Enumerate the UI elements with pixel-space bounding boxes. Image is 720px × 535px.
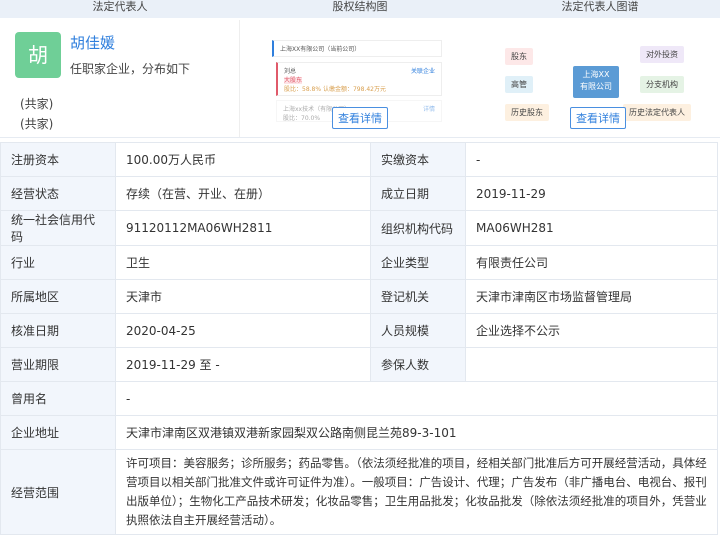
table-row: 营业期限2019-11-29 至 -参保人数 xyxy=(1,348,718,382)
company-count: (共家) xyxy=(20,95,53,112)
field-value: - xyxy=(116,382,718,416)
holder-tag: 大股东 xyxy=(284,77,302,84)
equity-company: 上海XX有限公司（当前公司） xyxy=(272,40,442,57)
legal-rep-graph-panel: 股东 高管 历史股东 上海XX 有限公司 对外投资 分支机构 历史法定代表人 查… xyxy=(480,20,720,137)
field-value: 天津市津南区市场监督管理局 xyxy=(466,280,718,314)
field-label: 企业地址 xyxy=(1,416,116,450)
field-label: 核准日期 xyxy=(1,314,116,348)
table-row: 统一社会信用代码91120112MA06WH2811组织机构代码MA06WH28… xyxy=(1,211,718,246)
field-value: - xyxy=(466,143,718,177)
table-row: 经营范围许可项目：美容服务；诊所服务；药品零售。（依法须经批准的项目，经相关部门… xyxy=(1,450,718,535)
table-row: 曾用名- xyxy=(1,382,718,416)
field-label: 经营状态 xyxy=(1,177,116,211)
field-value: 100.00万人民币 xyxy=(116,143,371,177)
equity-structure-panel: 上海XX有限公司（当前公司） 刘总 关联企业 大股东 股比：58.8% 认缴金额… xyxy=(240,20,480,137)
table-row: 所属地区天津市登记机关天津市津南区市场监督管理局 xyxy=(1,280,718,314)
section-header: 法定代表人 股权结构图 法定代表人图谱 xyxy=(0,0,720,18)
legal-rep-name[interactable]: 胡佳媛 xyxy=(70,32,115,53)
equity-holder-card: 刘总 关联企业 大股东 股比：58.8% 认缴金额：798.42万元 xyxy=(276,62,442,96)
field-label: 营业期限 xyxy=(1,348,116,382)
field-value: 卫生 xyxy=(116,246,371,280)
graph-detail-button[interactable]: 查看详情 xyxy=(570,107,626,129)
company-info-table: 注册资本100.00万人民币实缴资本- 经营状态存续（在营、开业、在册）成立日期… xyxy=(0,142,718,535)
field-value: 2019-11-29 xyxy=(466,177,718,211)
legal-rep-subtitle: 任职家企业，分布如下 xyxy=(70,60,190,77)
graph-node-company: 上海XX 有限公司 xyxy=(573,66,619,98)
field-label: 实缴资本 xyxy=(371,143,466,177)
sub-info: 股比：70.0% xyxy=(283,115,320,122)
table-row: 核准日期2020-04-25人员规模企业选择不公示 xyxy=(1,314,718,348)
field-label: 企业类型 xyxy=(371,246,466,280)
holder-name: 刘总 xyxy=(284,68,296,75)
field-label: 注册资本 xyxy=(1,143,116,177)
equity-detail-button[interactable]: 查看详情 xyxy=(332,107,388,129)
graph-node-history-shareholder: 历史股东 xyxy=(505,104,549,121)
field-label: 行业 xyxy=(1,246,116,280)
avatar: 胡 xyxy=(15,32,61,78)
table-row: 经营状态存续（在营、开业、在册）成立日期2019-11-29 xyxy=(1,177,718,211)
field-value: 天津市 xyxy=(116,280,371,314)
field-label: 所属地区 xyxy=(1,280,116,314)
field-label: 登记机关 xyxy=(371,280,466,314)
field-value xyxy=(466,348,718,382)
graph-node-history-legal-rep: 历史法定代表人 xyxy=(623,104,691,121)
business-scope: 许可项目：美容服务；诊所服务；药品零售。（依法须经批准的项目，经相关部门批准后方… xyxy=(116,450,718,535)
field-value: 2020-04-25 xyxy=(116,314,371,348)
field-value: 有限责任公司 xyxy=(466,246,718,280)
field-value: 2019-11-29 至 - xyxy=(116,348,371,382)
field-label: 统一社会信用代码 xyxy=(1,211,116,246)
field-value: 天津市津南区双港镇双港新家园梨双公路南侧昆兰苑89-3-101 xyxy=(116,416,718,450)
legal-rep-panel: 胡 胡佳媛 任职家企业，分布如下 (共家) (共家) xyxy=(0,20,240,137)
field-label: 人员规模 xyxy=(371,314,466,348)
graph-node-executive: 高管 xyxy=(505,76,533,93)
holder-link[interactable]: 关联企业 xyxy=(411,66,435,75)
field-label: 成立日期 xyxy=(371,177,466,211)
graph-node-investment: 对外投资 xyxy=(640,46,684,63)
field-label: 组织机构代码 xyxy=(371,211,466,246)
holder-info: 股比：58.8% 认缴金额：798.42万元 xyxy=(284,86,386,93)
tab-legal-rep-graph[interactable]: 法定代表人图谱 xyxy=(480,0,720,18)
sub-link[interactable]: 详情 xyxy=(423,104,435,113)
table-row: 企业地址天津市津南区双港镇双港新家园梨双公路南侧昆兰苑89-3-101 xyxy=(1,416,718,450)
field-label: 曾用名 xyxy=(1,382,116,416)
tab-equity-structure[interactable]: 股权结构图 xyxy=(240,0,480,18)
field-value: 91120112MA06WH2811 xyxy=(116,211,371,246)
company-count: (共家) xyxy=(20,115,53,132)
tab-legal-rep[interactable]: 法定代表人 xyxy=(0,0,240,18)
field-value: 企业选择不公示 xyxy=(466,314,718,348)
table-row: 注册资本100.00万人民币实缴资本- xyxy=(1,143,718,177)
field-value: MA06WH281 xyxy=(466,211,718,246)
field-label: 经营范围 xyxy=(1,450,116,535)
graph-node-shareholder: 股东 xyxy=(505,48,533,65)
field-label: 参保人数 xyxy=(371,348,466,382)
graph-node-branch: 分支机构 xyxy=(640,76,684,93)
field-value: 存续（在营、开业、在册） xyxy=(116,177,371,211)
table-row: 行业卫生企业类型有限责任公司 xyxy=(1,246,718,280)
